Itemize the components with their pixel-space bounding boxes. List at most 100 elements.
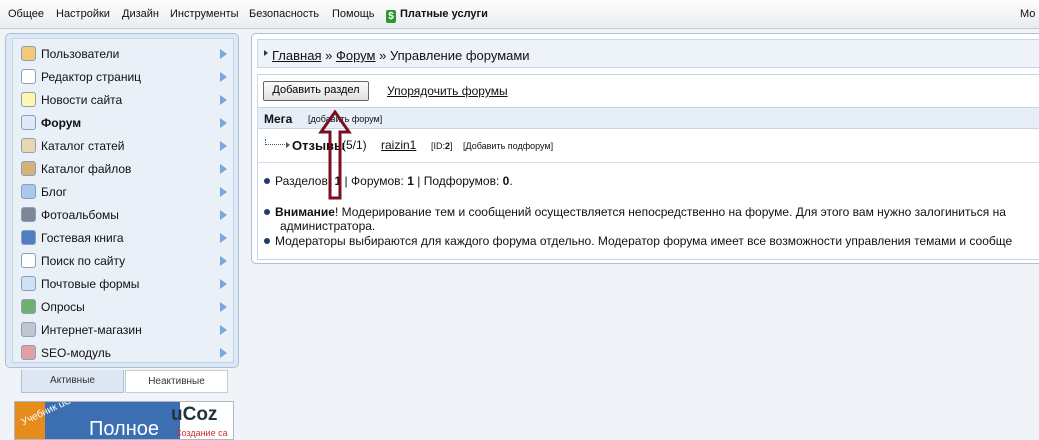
stats-forums-value: 1 — [407, 174, 414, 188]
sidebar-item[interactable]: SEO-модуль — [13, 341, 233, 364]
poll-icon — [21, 299, 36, 314]
chevron-right-icon — [220, 187, 227, 197]
attention-note: Внимание! Модерирование тем и сообщений … — [264, 205, 1039, 233]
banner-text-tutorial: Учебник uCoz — [19, 401, 83, 429]
search-icon — [21, 253, 36, 268]
bullet-icon — [264, 178, 270, 184]
user-icon — [21, 46, 36, 61]
sidebar-item[interactable]: Гостевая книга — [13, 226, 233, 249]
banner-text-ucoz: uCoz — [171, 404, 218, 425]
sidebar-item[interactable]: Редактор страниц — [13, 65, 233, 88]
main-panel: Главная » Форум » Управление форумами До… — [251, 33, 1039, 264]
forum-id-suffix: ] — [450, 141, 453, 151]
sidebar-item-label: Почтовые формы — [41, 277, 140, 291]
sidebar-item[interactable]: Опросы — [13, 295, 233, 318]
forum-id: [ID:2] — [431, 141, 453, 151]
breadcrumb: Главная » Форум » Управление форумами — [257, 39, 1039, 68]
chevron-right-icon — [220, 233, 227, 243]
chevron-right-icon — [220, 49, 227, 59]
breadcrumb-arrow-icon — [264, 50, 268, 56]
sidebar-item-label: Пользователи — [41, 47, 120, 61]
articles-icon — [21, 138, 36, 153]
sidebar-item-label: Редактор страниц — [41, 70, 142, 84]
page-icon — [21, 69, 36, 84]
add-section-button[interactable]: Добавить раздел — [263, 81, 369, 101]
moderators-text: Модераторы выбираются для каждого форума… — [275, 234, 1013, 248]
sidebar-item-label: Гостевая книга — [41, 231, 124, 245]
category-name: Мега — [264, 112, 293, 126]
sidebar-item[interactable]: Почтовые формы — [13, 272, 233, 295]
breadcrumb-forum-link[interactable]: Форум — [336, 48, 376, 63]
menu-more[interactable]: Мо — [1020, 8, 1035, 20]
sidebar-item[interactable]: Новости сайта — [13, 88, 233, 111]
breadcrumb-home-link[interactable]: Главная — [272, 48, 321, 63]
sidebar-item[interactable]: Форум — [13, 111, 233, 134]
breadcrumb-sep: » — [379, 48, 387, 63]
ucoz-tutorial-banner[interactable]: Учебник uCoz Полное uCoz Создание са — [14, 401, 234, 440]
chevron-right-icon — [220, 118, 227, 128]
sidebar-item-label: Фотоальбомы — [41, 208, 119, 222]
stats-subforums-label: Подфорумов: — [423, 174, 500, 188]
menu-general[interactable]: Общее — [8, 8, 44, 20]
sidebar-item[interactable]: Каталог статей — [13, 134, 233, 157]
forum-id-prefix: [ID: — [431, 141, 446, 151]
menu-design[interactable]: Дизайн — [122, 8, 159, 20]
sidebar: Пользователи Редактор страниц Новости сайт… — [5, 33, 239, 368]
sidebar-item[interactable]: Пользователи — [13, 42, 233, 65]
sidebar-item-label: Поиск по сайту — [41, 254, 126, 268]
tab-inactive[interactable]: Неактивные — [125, 370, 228, 393]
camera-icon — [21, 207, 36, 222]
lightbulb-icon — [21, 92, 36, 107]
sidebar-item[interactable]: Фотоальбомы — [13, 203, 233, 226]
breadcrumb-current: Управление форумами — [389, 48, 530, 63]
sidebar-item-label: Новости сайта — [41, 93, 123, 107]
forum-icon — [21, 115, 36, 130]
sidebar-item[interactable]: Поиск по сайту — [13, 249, 233, 272]
sidebar-item-label: Опросы — [41, 300, 85, 314]
moderators-note: Модераторы выбираются для каждого форума… — [264, 234, 1012, 248]
forum-moderator-link[interactable]: raizin1 — [381, 138, 416, 152]
sidebar-item[interactable]: Интернет-магазин — [13, 318, 233, 341]
sidebar-item-label: Каталог статей — [41, 139, 125, 153]
tab-active[interactable]: Активные — [21, 370, 124, 393]
annotation-arrow-icon — [318, 110, 352, 200]
banner-text-create: Создание са — [175, 428, 228, 438]
files-icon — [21, 161, 36, 176]
menu-paid-services[interactable]: $ Платные услуги — [386, 8, 488, 23]
banner-text-full: Полное — [89, 418, 160, 440]
attention-label: Внимание — [275, 205, 335, 219]
chevron-right-icon — [220, 302, 227, 312]
sidebar-item-label: Интернет-магазин — [41, 323, 142, 337]
forum-stats: Разделов: 1 | Форумов: 1 | Подфорумов: 0… — [264, 174, 513, 188]
sidebar-menu: Пользователи Редактор страниц Новости сайт… — [12, 38, 234, 363]
order-forums-link[interactable]: Упорядочить форумы — [387, 84, 508, 98]
chevron-right-icon — [220, 325, 227, 335]
dollar-icon: $ — [386, 10, 396, 23]
tree-arrow-icon — [286, 142, 290, 148]
menu-help[interactable]: Помощь — [332, 8, 375, 20]
chevron-right-icon — [220, 95, 227, 105]
forum-management-content: Добавить раздел Упорядочить форумы Мега … — [257, 74, 1039, 260]
sidebar-item-label: Каталог файлов — [41, 162, 132, 176]
paid-services-label: Платные услуги — [400, 8, 488, 20]
chevron-right-icon — [220, 348, 227, 358]
menu-tools[interactable]: Инструменты — [170, 8, 239, 20]
bullet-icon — [264, 238, 270, 244]
stats-forums-label: Форумов: — [351, 174, 404, 188]
cart-icon — [21, 322, 36, 337]
menu-security[interactable]: Безопасность — [249, 8, 319, 20]
sidebar-item[interactable]: Блог — [13, 180, 233, 203]
blog-icon — [21, 184, 36, 199]
menu-settings[interactable]: Настройки — [56, 8, 110, 20]
bullet-icon — [264, 209, 270, 215]
forum-row: Отзывы (5/1) raizin1 [ID:2] [Добавить по… — [258, 133, 1039, 163]
sidebar-item[interactable]: Каталог файлов — [13, 157, 233, 180]
seo-icon — [21, 345, 36, 360]
add-subforum-link[interactable]: [Добавить подфорум] — [463, 141, 553, 151]
attention-text: ! Модерирование тем и сообщений осуществ… — [334, 205, 1006, 219]
stats-subforums-value: 0 — [502, 174, 510, 188]
breadcrumb-text: Главная » Форум » Управление форумами — [272, 48, 530, 63]
chevron-right-icon — [220, 279, 227, 289]
book-icon — [21, 230, 36, 245]
mail-icon — [21, 276, 36, 291]
